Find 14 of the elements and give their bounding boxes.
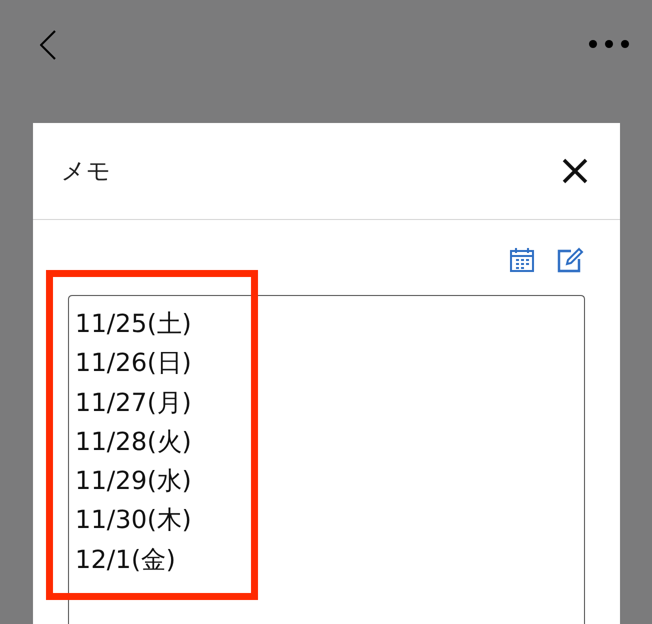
memo-line: 11/26(日) xyxy=(75,347,193,380)
memo-field[interactable]: 11/25(土) 11/26(日) 11/27(月) 11/28(火) 11/29(水) 11/30(木) 12/1(金) xyxy=(68,295,585,624)
dialog-title: メモ xyxy=(61,156,111,187)
calendar-icon[interactable] xyxy=(509,247,535,273)
more-icon[interactable] xyxy=(588,39,630,49)
memo-line: 11/29(水) xyxy=(75,465,193,498)
memo-line: 11/30(木) xyxy=(75,504,193,536)
edit-icon[interactable] xyxy=(557,247,585,273)
back-icon[interactable] xyxy=(40,30,56,60)
memo-line: 11/28(火) xyxy=(75,426,193,458)
memo-line: 11/27(月) xyxy=(75,386,193,419)
memo-line: 12/1(金) xyxy=(75,544,177,576)
close-icon[interactable] xyxy=(562,158,588,184)
memo-line: 11/25(土) xyxy=(75,308,193,340)
